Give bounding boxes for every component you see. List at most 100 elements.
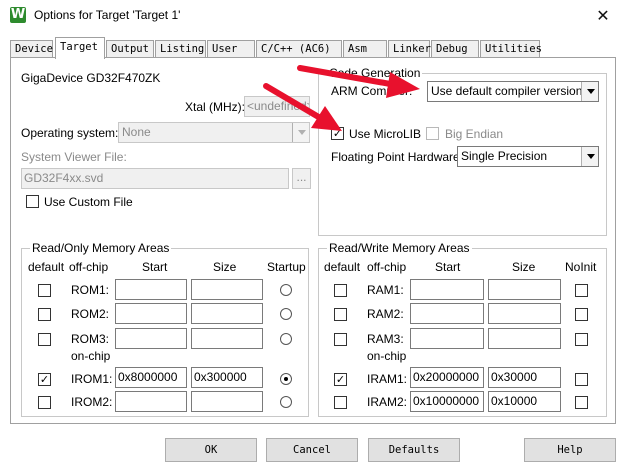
ram2-size-input[interactable] bbox=[488, 303, 561, 324]
defaults-button[interactable]: Defaults bbox=[368, 438, 460, 462]
ram-header-start: Start bbox=[435, 260, 461, 274]
irom2-start-input[interactable] bbox=[115, 391, 187, 412]
compiler-select-value: Use default compiler version 6 bbox=[431, 84, 593, 98]
tab-cpp-ac6[interactable]: C/C++ (AC6) bbox=[256, 40, 342, 58]
code-generation-group: Code Generation ARM Compiler: Use defaul… bbox=[318, 66, 607, 236]
compiler-select[interactable]: Use default compiler version 6 bbox=[427, 81, 599, 102]
fpu-select[interactable]: Single Precision bbox=[457, 146, 599, 167]
rom1-startup-radio[interactable] bbox=[280, 284, 292, 296]
ram1-start-input[interactable] bbox=[410, 279, 484, 300]
xtal-label: Xtal (MHz): bbox=[185, 100, 245, 114]
ok-button[interactable]: OK bbox=[165, 438, 257, 462]
rom3-default-checkbox[interactable] bbox=[38, 333, 51, 346]
use-microlib-checkbox[interactable]: ✓ bbox=[331, 127, 344, 140]
iram2-start-input[interactable]: 0x10000000 bbox=[410, 391, 484, 412]
rom-header-default: default bbox=[28, 260, 65, 274]
ram3-size-input[interactable] bbox=[488, 328, 561, 349]
ram2-label: RAM2: bbox=[367, 307, 404, 321]
help-button[interactable]: Help bbox=[524, 438, 616, 462]
app-icon: W bbox=[10, 7, 26, 23]
use-custom-file-checkbox[interactable] bbox=[26, 195, 39, 208]
irom2-default-checkbox[interactable] bbox=[38, 396, 51, 409]
iram2-size-input[interactable]: 0x10000 bbox=[488, 391, 561, 412]
rom1-size-input[interactable] bbox=[191, 279, 263, 300]
tab-linker[interactable]: Linker bbox=[388, 40, 431, 58]
xtal-input[interactable]: <undefined> bbox=[244, 96, 310, 117]
svd-label: System Viewer File: bbox=[21, 150, 127, 164]
rom1-start-input[interactable] bbox=[115, 279, 187, 300]
irom1-startup-radio[interactable] bbox=[280, 373, 292, 385]
window-title: Options for Target 'Target 1' bbox=[34, 8, 181, 22]
rom-areas-title: Read/Only Memory Areas bbox=[30, 241, 172, 255]
use-custom-file-label: Use Custom File bbox=[44, 195, 133, 209]
chevron-down-icon bbox=[292, 123, 309, 142]
ram-areas-title: Read/Write Memory Areas bbox=[327, 241, 472, 255]
rom2-default-checkbox[interactable] bbox=[38, 308, 51, 321]
tab-debug[interactable]: Debug bbox=[431, 40, 479, 58]
tab-asm[interactable]: Asm bbox=[343, 40, 387, 58]
tab-listing[interactable]: Listing bbox=[155, 40, 206, 58]
os-select[interactable]: None bbox=[118, 122, 310, 143]
rom3-start-input[interactable] bbox=[115, 328, 187, 349]
rom3-size-input[interactable] bbox=[191, 328, 263, 349]
rom2-size-input[interactable] bbox=[191, 303, 263, 324]
irom1-default-checkbox[interactable]: ✓ bbox=[38, 373, 51, 386]
fpu-label: Floating Point Hardware: bbox=[331, 150, 464, 164]
ram1-label: RAM1: bbox=[367, 283, 404, 297]
ram2-start-input[interactable] bbox=[410, 303, 484, 324]
irom2-size-input[interactable] bbox=[191, 391, 263, 412]
rom-areas-group: Read/Only Memory Areas default off-chip … bbox=[21, 241, 309, 417]
irom2-label: IROM2: bbox=[71, 395, 113, 409]
iram1-label: IRAM1: bbox=[367, 372, 408, 386]
rom-header-startup: Startup bbox=[267, 260, 306, 274]
compiler-label: ARM Compiler: bbox=[331, 84, 413, 98]
rom-header-start: Start bbox=[142, 260, 168, 274]
ram1-noinit-checkbox[interactable] bbox=[575, 284, 588, 297]
title-bar: W Options for Target 'Target 1' ✕ bbox=[0, 0, 626, 31]
iram2-label: IRAM2: bbox=[367, 395, 408, 409]
iram2-noinit-checkbox[interactable] bbox=[575, 396, 588, 409]
rom3-label: ROM3: bbox=[71, 332, 110, 346]
ram1-size-input[interactable] bbox=[488, 279, 561, 300]
tab-strip: Device Target Output Listing User C/C++ … bbox=[10, 37, 616, 59]
tab-output[interactable]: Output bbox=[106, 40, 154, 58]
rom1-default-checkbox[interactable] bbox=[38, 284, 51, 297]
irom2-startup-radio[interactable] bbox=[280, 396, 292, 408]
ram3-start-input[interactable] bbox=[410, 328, 484, 349]
ram1-default-checkbox[interactable] bbox=[334, 284, 347, 297]
rom-header-offchip: off-chip bbox=[69, 260, 109, 274]
rom3-startup-radio[interactable] bbox=[280, 333, 292, 345]
check-icon: ✓ bbox=[332, 127, 343, 140]
rom2-label: ROM2: bbox=[71, 307, 110, 321]
ram-onchip-label: on-chip bbox=[367, 349, 407, 363]
big-endian-checkbox[interactable] bbox=[426, 127, 439, 140]
tab-user[interactable]: User bbox=[207, 40, 255, 58]
irom1-start-input[interactable]: 0x8000000 bbox=[115, 367, 187, 388]
ram2-noinit-checkbox[interactable] bbox=[575, 308, 588, 321]
chevron-down-icon bbox=[581, 147, 598, 166]
tab-device[interactable]: Device bbox=[10, 40, 53, 58]
ram-areas-group: Read/Write Memory Areas default off-chip… bbox=[318, 241, 607, 417]
svd-browse-button[interactable]: ... bbox=[292, 168, 311, 189]
iram1-size-input[interactable]: 0x30000 bbox=[488, 367, 561, 388]
tab-utilities[interactable]: Utilities bbox=[480, 40, 542, 58]
cancel-button[interactable]: Cancel bbox=[266, 438, 358, 462]
iram1-default-checkbox[interactable]: ✓ bbox=[334, 373, 347, 386]
ram2-default-checkbox[interactable] bbox=[334, 308, 347, 321]
rom-onchip-label: on-chip bbox=[71, 349, 111, 363]
iram2-default-checkbox[interactable] bbox=[334, 396, 347, 409]
iram1-start-input[interactable]: 0x20000000 bbox=[410, 367, 484, 388]
ram3-noinit-checkbox[interactable] bbox=[575, 333, 588, 346]
ram3-default-checkbox[interactable] bbox=[334, 333, 347, 346]
ram-header-noinit: NoInit bbox=[565, 260, 597, 274]
svd-input[interactable]: GD32F4xx.svd bbox=[21, 168, 289, 189]
target-tab-panel: GigaDevice GD32F470ZK Xtal (MHz): <undef… bbox=[10, 57, 616, 424]
os-select-value: None bbox=[122, 125, 151, 139]
rom2-startup-radio[interactable] bbox=[280, 308, 292, 320]
tab-target[interactable]: Target bbox=[55, 37, 105, 59]
iram1-noinit-checkbox[interactable] bbox=[575, 373, 588, 386]
rom2-start-input[interactable] bbox=[115, 303, 187, 324]
irom1-size-input[interactable]: 0x300000 bbox=[191, 367, 263, 388]
ram-header-default: default bbox=[324, 260, 361, 274]
close-button[interactable]: ✕ bbox=[580, 0, 626, 31]
